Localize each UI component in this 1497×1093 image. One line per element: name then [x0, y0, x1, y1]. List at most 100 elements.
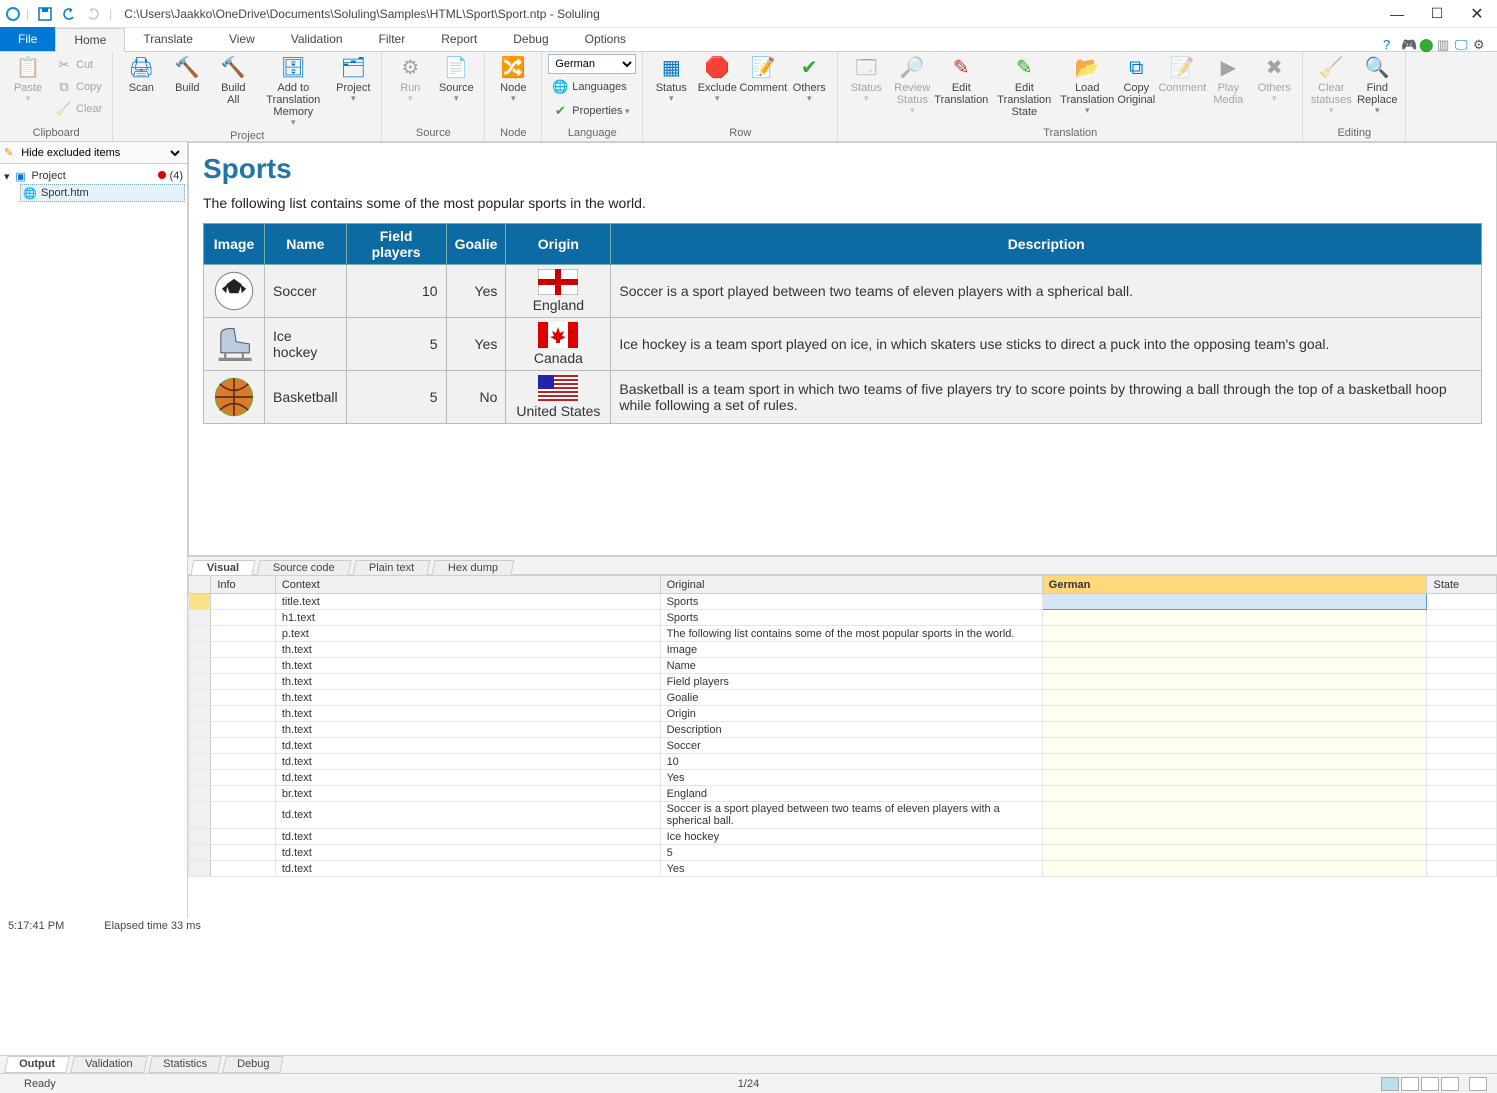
out-tab-debug[interactable]: Debug [222, 1056, 284, 1073]
tab-report[interactable]: Report [423, 27, 495, 51]
time-bar: 5:17:41 PM Elapsed time 33 ms [0, 918, 1497, 934]
scan-button[interactable]: 🖨Scan [119, 54, 163, 106]
grid-header-state[interactable]: State [1427, 576, 1497, 594]
tab-home[interactable]: Home [55, 28, 125, 52]
play-media-button[interactable]: ▶Play Media [1206, 54, 1250, 106]
clear-button[interactable]: 🧹Clear [52, 98, 106, 120]
row-comment-button[interactable]: 📝Comment [741, 54, 785, 106]
tab-filter[interactable]: Filter [361, 27, 424, 51]
sidebar: ✎ Hide excluded items ▾ ▣ Project (4) 🌐 … [0, 142, 188, 918]
grid-row[interactable]: h1.textSports [189, 610, 1497, 626]
build-all-button[interactable]: 🔨Build All [211, 54, 255, 106]
grid-row[interactable]: th.textDescription [189, 722, 1497, 738]
exclude-button[interactable]: 🛑Exclude [695, 54, 739, 106]
minimize-button[interactable]: — [1377, 0, 1417, 28]
edit-translation-button[interactable]: ✎Edit Translation [936, 54, 986, 106]
view-mode-5[interactable] [1469, 1077, 1487, 1091]
grid-row[interactable]: br.textEngland [189, 786, 1497, 802]
view-mode-1[interactable] [1381, 1077, 1399, 1091]
out-tab-output[interactable]: Output [4, 1056, 70, 1073]
view-mode-3[interactable] [1421, 1077, 1439, 1091]
grid-row[interactable]: th.textField players [189, 674, 1497, 690]
app-icon [6, 7, 20, 21]
view-mode-2[interactable] [1401, 1077, 1419, 1091]
tab-file[interactable]: File [0, 27, 55, 51]
close-button[interactable]: ✕ [1457, 0, 1497, 28]
tab-validation[interactable]: Validation [273, 27, 361, 51]
clear-statuses-button[interactable]: 🧹Clear statuses [1309, 54, 1353, 116]
grid-row[interactable]: td.text5 [189, 845, 1497, 861]
grid-row[interactable]: td.textYes [189, 770, 1497, 786]
grid-header-info[interactable]: Info [211, 576, 276, 594]
undo-icon[interactable] [59, 4, 79, 24]
language-select[interactable]: German [548, 54, 636, 74]
grid-row[interactable]: td.textYes [189, 861, 1497, 877]
output-tab-strip: Output Validation Statistics Debug [0, 1055, 1497, 1073]
edit-trans-state-button[interactable]: ✎Edit Translation State [988, 54, 1060, 118]
row-status-button[interactable]: ▦Status [649, 54, 693, 106]
tab-view[interactable]: View [211, 27, 273, 51]
properties-button[interactable]: ✔Properties [548, 100, 636, 122]
grid-row[interactable]: th.textImage [189, 642, 1497, 658]
trans-others-button[interactable]: ✖Others [1252, 54, 1296, 106]
ribbon-group-language: German 🌐Languages ✔Properties Language [542, 52, 643, 141]
out-tab-statistics[interactable]: Statistics [148, 1056, 222, 1073]
redo-icon[interactable] [83, 4, 103, 24]
grid-row[interactable]: title.textSports [189, 594, 1497, 610]
paste-button[interactable]: 📋Paste [6, 54, 50, 106]
maximize-button[interactable]: ☐ [1417, 0, 1457, 28]
load-translation-button[interactable]: 📂Load Translation [1062, 54, 1112, 116]
ice-skate-icon [212, 322, 256, 366]
ribbon-group-source: ⚙Run 📄Source Source [382, 52, 485, 141]
grid-header-context[interactable]: Context [275, 576, 660, 594]
tree-file-sport[interactable]: 🌐 Sport.htm [20, 184, 185, 202]
find-replace-button[interactable]: 🔍Find Replace [1355, 54, 1399, 116]
trans-comment-button[interactable]: 📝Comment [1160, 54, 1204, 106]
build-button[interactable]: 🔨Build [165, 54, 209, 106]
grid-row[interactable]: p.textThe following list contains some o… [189, 626, 1497, 642]
monitor-icon[interactable]: 🖵 [1455, 37, 1469, 51]
project-button[interactable]: 🗂Project [331, 54, 375, 106]
run-button[interactable]: ⚙Run [388, 54, 432, 106]
tab-debug[interactable]: Debug [495, 27, 566, 51]
tab-translate[interactable]: Translate [125, 27, 211, 51]
btab-hex[interactable]: Hex dump [432, 560, 515, 575]
add-to-tm-button[interactable]: 🗄Add to Translation Memory [257, 54, 329, 128]
node-button[interactable]: 🔀Node [491, 54, 535, 106]
grid-row[interactable]: td.text10 [189, 754, 1497, 770]
btab-source[interactable]: Source code [257, 560, 352, 575]
palette-icon[interactable]: ▥ [1437, 37, 1451, 51]
tab-options[interactable]: Options [567, 27, 644, 51]
grid-header-german[interactable]: German [1042, 576, 1427, 594]
cut-button[interactable]: ✂Cut [52, 54, 106, 76]
filter-select[interactable]: Hide excluded items [17, 146, 183, 160]
grid-row[interactable]: th.textGoalie [189, 690, 1497, 706]
row-others-button[interactable]: ✔Others [787, 54, 831, 106]
review-status-button[interactable]: 🔎Review Status [890, 54, 934, 116]
view-mode-4[interactable] [1441, 1077, 1459, 1091]
btab-visual[interactable]: Visual [190, 560, 255, 575]
help-icon[interactable]: ? [1383, 37, 1397, 51]
btab-plain[interactable]: Plain text [352, 560, 430, 575]
table-row: Basketball 5 No United States Basketball… [204, 371, 1482, 424]
status-ready: Ready [0, 1078, 56, 1090]
grid-row[interactable]: td.textSoccer is a sport played between … [189, 802, 1497, 829]
grid-row[interactable]: td.textIce hockey [189, 829, 1497, 845]
pin-icon[interactable]: ⬤ [1419, 37, 1433, 51]
out-tab-validation[interactable]: Validation [70, 1056, 147, 1073]
copy-original-button[interactable]: ⧉Copy Original [1114, 54, 1158, 106]
languages-button[interactable]: 🌐Languages [548, 76, 636, 98]
controller-icon[interactable]: 🎮 [1401, 37, 1415, 51]
grid-row[interactable]: th.textOrigin [189, 706, 1497, 722]
source-button[interactable]: 📄Source [434, 54, 478, 106]
usa-flag-icon [538, 375, 578, 401]
grid-row[interactable]: td.textSoccer [189, 738, 1497, 754]
grid-header-original[interactable]: Original [660, 576, 1042, 594]
grid-row[interactable]: th.textName [189, 658, 1497, 674]
save-icon[interactable] [35, 4, 55, 24]
trans-status-button[interactable]: 🗔Status [844, 54, 888, 106]
translation-grid[interactable]: Info Context Original German State title… [188, 575, 1497, 877]
tree-project-root[interactable]: ▾ ▣ Project (4) [2, 168, 185, 184]
copy-button[interactable]: ⧉Copy [52, 76, 106, 98]
gear-icon[interactable]: ⚙ [1473, 37, 1487, 51]
